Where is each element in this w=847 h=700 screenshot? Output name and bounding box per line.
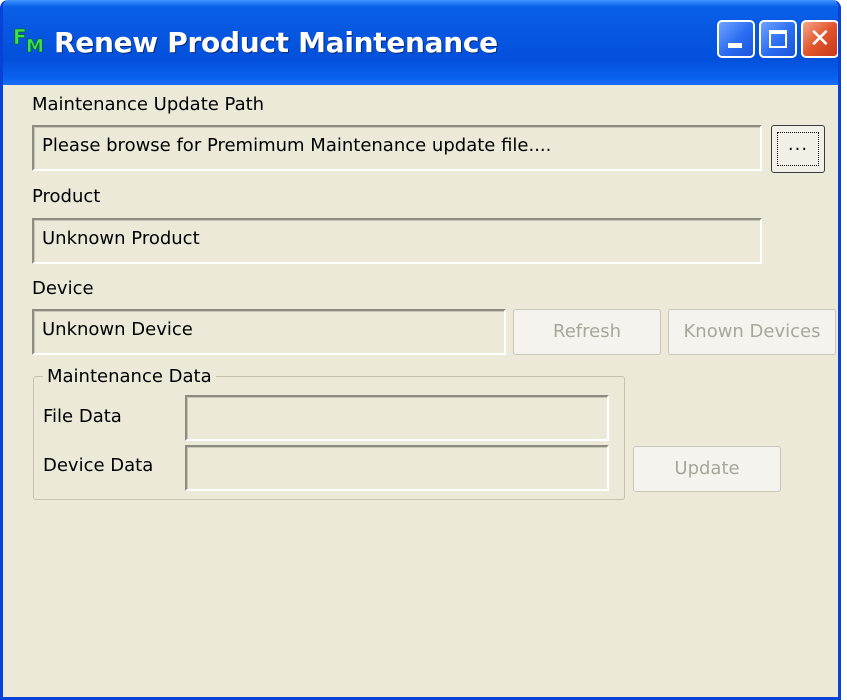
device-label: Device — [32, 278, 94, 299]
maintenance-path-field[interactable]: Please browse for Premimum Maintenance u… — [32, 125, 762, 171]
browse-button[interactable]: ... — [771, 125, 825, 173]
fm-app-icon: F M — [13, 25, 45, 54]
device-data-label: Device Data — [43, 455, 154, 476]
svg-text:F: F — [13, 25, 27, 49]
maintenance-data-group-label: Maintenance Data — [43, 366, 216, 387]
product-field[interactable]: Unknown Product — [32, 218, 762, 264]
minimize-icon — [728, 43, 742, 48]
file-data-field[interactable] — [185, 395, 609, 441]
window-title: Renew Product Maintenance — [54, 26, 498, 59]
product-label: Product — [32, 186, 101, 207]
device-data-field[interactable] — [185, 445, 609, 491]
device-field[interactable]: Unknown Device — [32, 309, 506, 355]
close-icon: ✕ — [809, 24, 831, 54]
maintenance-path-label: Maintenance Update Path — [32, 94, 265, 115]
title-bar[interactable]: F M Renew Product Maintenance ✕ — [3, 0, 838, 85]
svg-text:M: M — [26, 36, 44, 54]
known-devices-button[interactable]: Known Devices — [668, 309, 836, 355]
browse-button-label: ... — [777, 132, 819, 166]
update-button[interactable]: Update — [633, 446, 781, 492]
refresh-button[interactable]: Refresh — [513, 309, 661, 355]
maximize-button[interactable] — [759, 20, 797, 58]
renew-product-maintenance-window: F M Renew Product Maintenance ✕ Maintena… — [0, 0, 841, 700]
minimize-button[interactable] — [717, 20, 755, 58]
close-button[interactable]: ✕ — [801, 20, 838, 58]
file-data-label: File Data — [43, 406, 122, 427]
maximize-icon — [769, 30, 787, 48]
